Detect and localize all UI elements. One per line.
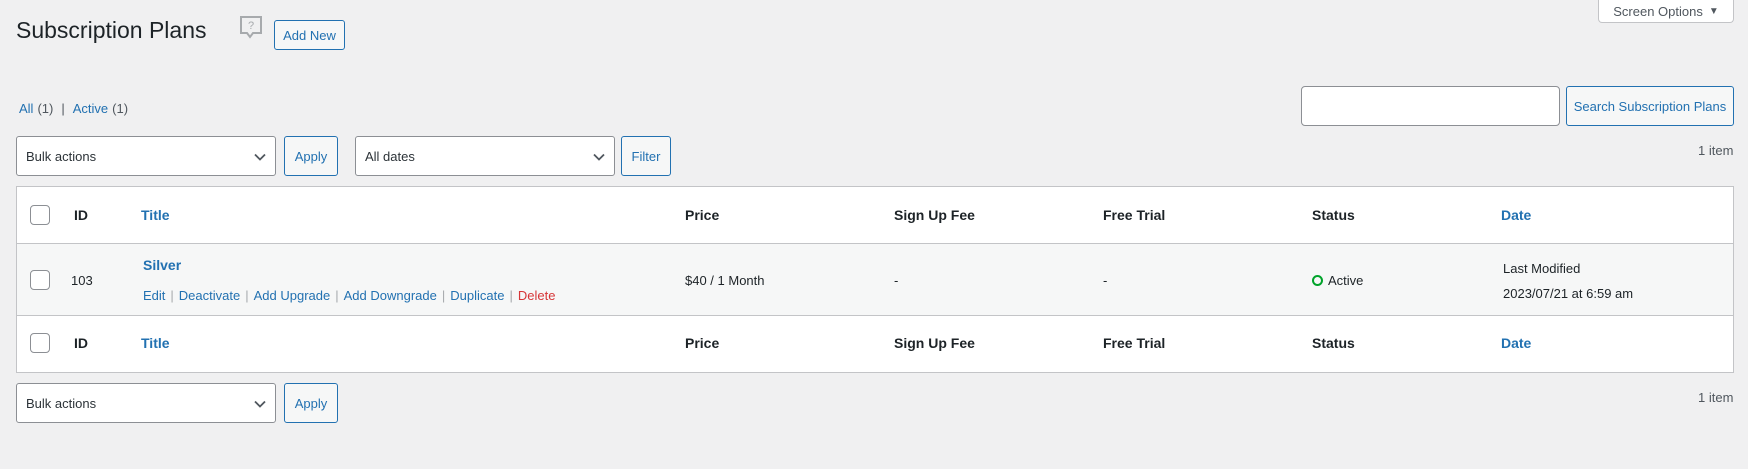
- add-downgrade-link[interactable]: Add Downgrade: [344, 288, 437, 303]
- table-footer-row: ID Title Price Sign Up Fee Free Trial St…: [17, 316, 1733, 372]
- column-header-free-trial: Free Trial: [1103, 207, 1166, 223]
- help-bubble-icon[interactable]: ?: [238, 15, 264, 41]
- view-all-link[interactable]: All: [19, 101, 33, 116]
- action-separator: |: [245, 288, 249, 303]
- view-active-link[interactable]: Active: [73, 101, 108, 116]
- status-active-icon: [1312, 275, 1323, 286]
- add-new-button[interactable]: Add New: [274, 20, 345, 50]
- table-header-row: ID Title Price Sign Up Fee Free Trial St…: [17, 187, 1733, 244]
- action-separator: |: [335, 288, 339, 303]
- column-footer-date[interactable]: Date: [1501, 335, 1531, 351]
- row-id: 103: [71, 273, 93, 288]
- duplicate-link[interactable]: Duplicate: [450, 288, 504, 303]
- row-status: Active: [1312, 273, 1363, 288]
- row-actions: Edit | Deactivate | Add Upgrade | Add Do…: [143, 288, 555, 303]
- screen-options-label: Screen Options: [1613, 3, 1703, 19]
- bulk-actions-label-bottom: Bulk actions: [26, 395, 97, 411]
- subscription-plans-table: ID Title Price Sign Up Fee Free Trial St…: [16, 186, 1734, 373]
- row-free-trial: -: [1103, 273, 1108, 288]
- items-count-top: 1 item: [1698, 143, 1734, 158]
- apply-button-bottom[interactable]: Apply: [284, 383, 338, 423]
- screen-options-button[interactable]: Screen Options ▼: [1598, 0, 1734, 23]
- add-upgrade-link[interactable]: Add Upgrade: [254, 288, 331, 303]
- action-separator: |: [441, 288, 446, 303]
- row-price: $40 / 1 Month: [685, 273, 765, 288]
- column-header-title[interactable]: Title: [141, 207, 170, 223]
- views-separator: |: [61, 101, 65, 116]
- chevron-down-icon: [254, 400, 266, 408]
- chevron-down-icon: [593, 153, 605, 161]
- view-active-count: (1): [112, 101, 129, 116]
- row-date-value: 2023/07/21 at 6:59 am: [1503, 286, 1634, 301]
- delete-link[interactable]: Delete: [518, 288, 556, 303]
- chevron-down-icon: [254, 153, 266, 161]
- select-all-checkbox-footer[interactable]: [30, 333, 50, 353]
- bulk-actions-label: Bulk actions: [26, 148, 97, 164]
- column-footer-id: ID: [74, 335, 88, 351]
- column-header-status: Status: [1312, 207, 1355, 223]
- column-header-sign-up-fee: Sign Up Fee: [894, 207, 975, 223]
- column-footer-free-trial: Free Trial: [1103, 335, 1166, 351]
- dates-filter-label: All dates: [365, 148, 415, 164]
- edit-link[interactable]: Edit: [143, 288, 165, 303]
- column-header-date[interactable]: Date: [1501, 207, 1531, 223]
- column-footer-status: Status: [1312, 335, 1355, 351]
- row-status-label: Active: [1328, 273, 1364, 288]
- row-checkbox[interactable]: [30, 270, 50, 290]
- action-separator: |: [509, 288, 513, 303]
- deactivate-link[interactable]: Deactivate: [179, 288, 240, 303]
- svg-text:?: ?: [248, 20, 254, 32]
- search-input[interactable]: [1301, 86, 1560, 126]
- column-header-id: ID: [74, 207, 88, 223]
- view-all-count: (1): [37, 101, 54, 116]
- page: Screen Options ▼ Subscription Plans ? Ad…: [0, 0, 1748, 469]
- table-row: 103 Silver Edit | Deactivate | Add Upgra…: [17, 244, 1733, 316]
- select-all-checkbox[interactable]: [30, 205, 50, 225]
- bulk-actions-select-bottom[interactable]: Bulk actions: [16, 383, 276, 423]
- filter-button[interactable]: Filter: [621, 136, 671, 176]
- items-count-bottom: 1 item: [1698, 390, 1734, 405]
- search-button[interactable]: Search Subscription Plans: [1566, 86, 1734, 126]
- column-footer-price: Price: [685, 335, 720, 351]
- column-footer-title[interactable]: Title: [141, 335, 170, 351]
- row-date-label: Last Modified: [1503, 261, 1581, 276]
- column-header-price: Price: [685, 207, 720, 223]
- action-separator: |: [170, 288, 174, 303]
- apply-button-top[interactable]: Apply: [284, 136, 338, 176]
- dates-filter-select[interactable]: All dates: [355, 136, 615, 176]
- views-filter: All (1) | Active (1): [19, 101, 128, 116]
- bulk-actions-select-top[interactable]: Bulk actions: [16, 136, 276, 176]
- row-sign-up-fee: -: [894, 273, 899, 288]
- plan-title-link[interactable]: Silver: [143, 257, 181, 273]
- column-footer-sign-up-fee: Sign Up Fee: [894, 335, 975, 351]
- caret-down-icon: ▼: [1708, 5, 1719, 17]
- page-title: Subscription Plans: [16, 17, 207, 43]
